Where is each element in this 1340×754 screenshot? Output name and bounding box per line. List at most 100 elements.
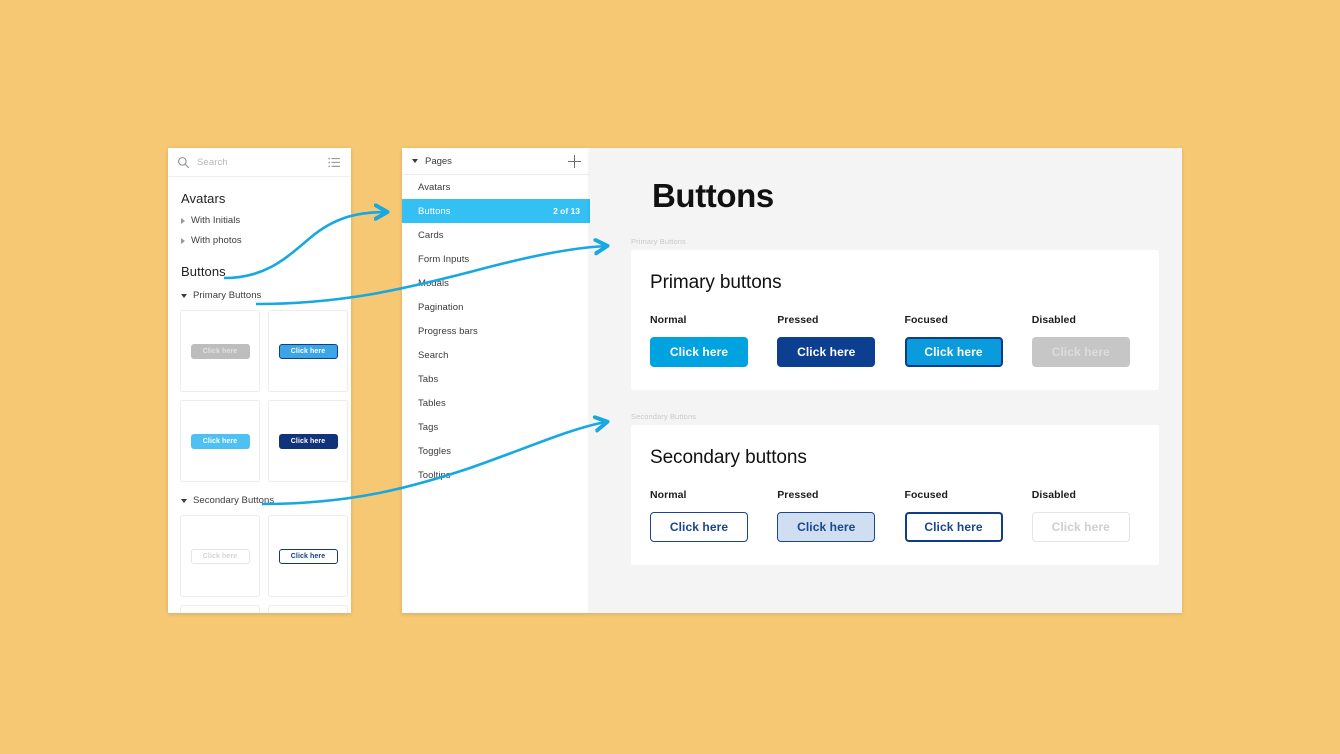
section-card: Primary buttons Normal Click here Pressed Cl… (631, 250, 1159, 390)
layer-item-with-photos[interactable]: With photos (168, 226, 351, 246)
chevron-down-icon[interactable] (181, 293, 187, 298)
button-state-disabled: Disabled Click here (1031, 314, 1159, 367)
mini-button: Click here (190, 548, 250, 564)
layer-item-with-initials[interactable]: With Initials (168, 206, 351, 226)
layers-search-row[interactable]: Search (168, 148, 351, 177)
plus-icon[interactable] (568, 154, 581, 168)
secondary-thumbnail-grid: Click here Click here (168, 506, 351, 613)
mini-button: Click here (190, 343, 250, 359)
button-state-row: Normal Click here Pressed Click here Focused… (631, 489, 1159, 542)
page-list-item-progress-bars[interactable]: Progress bars (402, 319, 590, 343)
layer-group-buttons[interactable]: Buttons (168, 246, 351, 279)
pages-panel-header[interactable]: Pages (402, 148, 590, 175)
button-state-normal: Normal Click here (650, 489, 777, 542)
layer-item-label: With Initials (191, 215, 241, 226)
layer-item-primary-buttons[interactable]: Primary Buttons (168, 279, 351, 301)
page-item-label: Tooltips (418, 469, 451, 481)
section-layer-label: Primary Buttons (631, 237, 686, 246)
page-list-item-form-inputs[interactable]: Form Inputs (402, 247, 590, 271)
chevron-down-icon[interactable] (412, 159, 418, 163)
button-state-pressed: Pressed Click here (777, 314, 904, 367)
page-list-item-tables[interactable]: Tables (402, 391, 590, 415)
mini-button: Click here (278, 548, 338, 564)
click-here-button[interactable]: Click here (650, 337, 748, 367)
page-list-item-search[interactable]: Search (402, 343, 590, 367)
click-here-button[interactable]: Click here (777, 337, 876, 367)
thumbnail-card[interactable]: Click here (268, 310, 348, 392)
click-here-button: Click here (1031, 337, 1130, 367)
thumbnail-card[interactable]: Click here (180, 400, 260, 482)
state-label: Normal (650, 314, 687, 326)
sections-container: Primary Buttons Primary buttons Normal Clic… (590, 215, 1182, 565)
layer-item-label: With photos (191, 235, 242, 246)
page-list-item-cards[interactable]: Cards (402, 223, 590, 247)
click-here-button: Click here (1031, 512, 1130, 542)
page-item-label: Tabs (418, 373, 439, 385)
mini-button: Click here (278, 433, 338, 449)
chevron-right-icon[interactable] (181, 237, 185, 244)
button-state-row: Normal Click here Pressed Click here Focused… (631, 314, 1159, 367)
thumbnail-card[interactable]: Click here (268, 515, 348, 597)
layer-item-label: Secondary Buttons (193, 495, 275, 506)
page-item-count-badge: 2 of 13 (553, 206, 580, 216)
thumbnail-card[interactable] (180, 605, 260, 613)
page-item-label: Tables (418, 397, 446, 409)
page-item-label: Buttons (418, 205, 451, 217)
click-here-button[interactable]: Click here (904, 337, 1003, 367)
page-list-item-tags[interactable]: Tags (402, 415, 590, 439)
page-item-label: Tags (418, 421, 439, 433)
mini-button: Click here (190, 433, 250, 449)
page-list-item-pagination[interactable]: Pagination (402, 295, 590, 319)
click-here-button[interactable]: Click here (904, 512, 1003, 542)
state-label: Normal (650, 489, 687, 501)
thumbnail-card[interactable] (268, 605, 348, 613)
page-item-label: Toggles (418, 445, 452, 457)
section-heading: Secondary buttons (650, 447, 807, 468)
click-here-button[interactable]: Click here (650, 512, 748, 542)
layers-tree: Avatars With Initials With photos Button… (168, 177, 351, 613)
chevron-right-icon[interactable] (181, 217, 185, 224)
page-list-item-toggles[interactable]: Toggles (402, 439, 590, 463)
layer-group-avatars[interactable]: Avatars (168, 177, 351, 206)
button-state-normal: Normal Click here (650, 314, 777, 367)
section-card: Secondary buttons Normal Click here Pressed… (631, 425, 1159, 565)
page-item-label: Form Inputs (418, 253, 470, 265)
page-list-item-buttons[interactable]: Buttons 2 of 13 (402, 199, 590, 223)
button-state-pressed: Pressed Click here (777, 489, 904, 542)
content-panel: Buttons Primary Buttons Primary buttons No… (590, 148, 1182, 613)
layer-item-secondary-buttons[interactable]: Secondary Buttons (168, 482, 351, 506)
thumbnail-card[interactable]: Click here (180, 515, 260, 597)
pages-panel-title: Pages (425, 155, 452, 167)
layers-panel: Search Avatars With Initials With photos… (168, 148, 351, 613)
button-state-focused: Focused Click here (904, 314, 1032, 367)
state-label: Pressed (777, 314, 819, 326)
state-label: Disabled (1031, 489, 1076, 501)
page-list-item-tabs[interactable]: Tabs (402, 367, 590, 391)
page-title: Buttons (652, 177, 774, 214)
state-label: Focused (904, 314, 949, 326)
page-list-item-modals[interactable]: Modals (402, 271, 590, 295)
state-label: Pressed (777, 489, 819, 501)
page-item-label: Cards (418, 229, 444, 241)
page-list-item-avatars[interactable]: Avatars (402, 175, 590, 199)
section-heading: Primary buttons (650, 272, 782, 293)
list-view-icon[interactable] (328, 157, 341, 168)
page-item-label: Search (418, 349, 449, 361)
page-item-label: Pagination (418, 301, 464, 313)
primary-thumbnail-grid: Click here Click here Click here Click h… (168, 301, 351, 482)
chevron-down-icon[interactable] (181, 498, 187, 503)
button-state-disabled: Disabled Click here (1031, 489, 1159, 542)
search-icon (178, 156, 190, 168)
click-here-button[interactable]: Click here (777, 512, 876, 542)
button-state-focused: Focused Click here (904, 489, 1032, 542)
search-input[interactable]: Search (197, 157, 328, 168)
thumbnail-card[interactable]: Click here (180, 310, 260, 392)
pages-panel: Pages Avatars Buttons 2 of 13 Cards Form Inp… (402, 148, 590, 613)
state-label: Focused (904, 489, 949, 501)
page-item-label: Progress bars (418, 325, 478, 337)
pages-list: Avatars Buttons 2 of 13 Cards Form Inputs Mod… (402, 175, 590, 487)
page-list-item-tooltips[interactable]: Tooltips (402, 463, 590, 487)
mini-button: Click here (278, 343, 338, 359)
page-item-label: Avatars (418, 181, 451, 193)
thumbnail-card[interactable]: Click here (268, 400, 348, 482)
